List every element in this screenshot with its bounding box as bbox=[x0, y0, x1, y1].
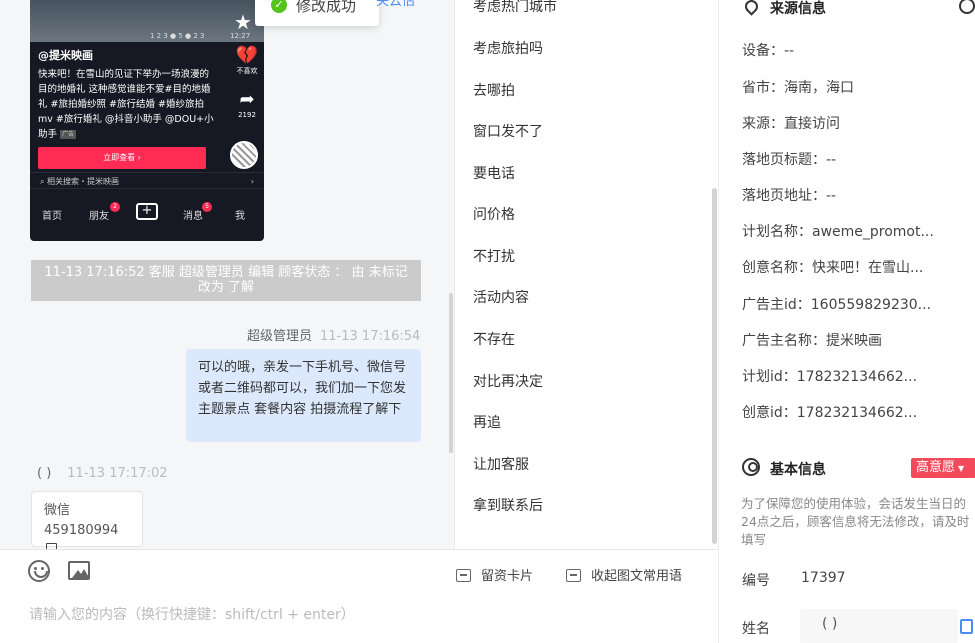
intent-level-dropdown[interactable]: 高意愿 ▼ bbox=[911, 458, 975, 478]
plan-id: 计划id：178232134662... bbox=[742, 369, 918, 385]
customer-name: ( ) bbox=[37, 466, 52, 481]
messages-badge: 5 bbox=[202, 202, 212, 212]
phrase-item[interactable]: 要电话 bbox=[473, 163, 515, 183]
star-icon: ★ bbox=[234, 10, 252, 34]
wechat-id: 459180994 bbox=[44, 523, 119, 538]
toast-text: 修改成功 bbox=[296, 0, 357, 15]
id-label: 编号 bbox=[742, 573, 770, 589]
eye-icon[interactable] bbox=[959, 0, 975, 14]
chat-panel: 1 2 3 ● 5 ● 2 3 12:27 ★ @提米映画 快来吧！在雪山的见证… bbox=[0, 0, 455, 643]
nav-friends: 朋友 bbox=[89, 210, 109, 222]
user-icon bbox=[742, 458, 760, 476]
phrase-item[interactable]: 对比再决定 bbox=[473, 371, 543, 391]
advertiser-id: 广告主id：160559829230... bbox=[742, 297, 932, 313]
nav-messages: 消息 bbox=[183, 210, 203, 222]
id-value: 17397 bbox=[801, 570, 846, 586]
landing-page-title: 落地页标题：-- bbox=[742, 152, 837, 168]
success-toast: ✓ 修改成功 bbox=[255, 0, 379, 26]
name-label: 姓名 bbox=[742, 621, 770, 637]
agent-message-bubble: 可以的哦，亲发一下手机号、微信号或者二维码都可以，我们加一下您发主题景点 套餐内… bbox=[186, 349, 421, 442]
plus-icon: + bbox=[136, 203, 158, 220]
phrases-icon bbox=[566, 569, 581, 582]
phrase-item[interactable]: 问价格 bbox=[473, 204, 515, 224]
share-action: ➦ 2192 bbox=[232, 90, 262, 120]
chevron-right-icon: › bbox=[250, 177, 254, 186]
ad-author: @提米映画 bbox=[38, 49, 93, 62]
basic-info-title: 基本信息 bbox=[770, 462, 826, 478]
lead-card-button[interactable]: 留资卡片 bbox=[456, 565, 533, 584]
source-channel: 来源：直接访问 bbox=[742, 116, 840, 132]
phrase-item[interactable]: 考虑旅拍吗 bbox=[473, 38, 543, 58]
search-icon: ⌕ bbox=[40, 177, 45, 186]
source-info-title: 来源信息 bbox=[770, 1, 826, 17]
caret-down-icon: ▼ bbox=[958, 464, 965, 473]
chat-scrollbar[interactable] bbox=[449, 293, 453, 453]
landing-page-url: 落地页地址：-- bbox=[742, 188, 837, 204]
customer-info-panel: 来源信息 设备：-- 省市：海南，海口 来源：直接访问 落地页标题：-- 落地页… bbox=[718, 0, 975, 643]
ad-pager: 1 2 3 ● 5 ● 2 3 bbox=[150, 32, 205, 40]
related-search-bar: ⌕ 相关搜索・提米映画 › bbox=[30, 172, 264, 189]
phrase-item[interactable]: 再追 bbox=[473, 412, 501, 432]
card-icon bbox=[456, 569, 471, 582]
dislike-action: 💔 不喜欢 bbox=[232, 46, 262, 76]
phrase-item[interactable]: 窗口发不了 bbox=[473, 121, 543, 141]
edit-hint: 为了保障您的使用体验，会话发生当日的24点之后，顾客信息将无法修改，请及时填写 bbox=[741, 496, 970, 547]
name-field[interactable]: ( ) bbox=[800, 609, 958, 643]
wechat-card[interactable]: 微信 459180994 bbox=[31, 491, 143, 549]
message-composer: 留资卡片 收起图文常用语 请输入您的内容（换行快捷键：shift/ctrl + … bbox=[0, 549, 718, 643]
system-notice: 11-13 17:16:52 客服 超级管理员 编辑 顾客状态 ： 由 未标记 … bbox=[31, 260, 421, 301]
wechat-card-title: 微信 bbox=[44, 503, 71, 518]
creative-name: 创意名称：快来吧！在雪山... bbox=[742, 260, 924, 276]
ad-video-thumbnail: 1 2 3 ● 5 ● 2 3 12:27 bbox=[30, 0, 264, 42]
customer-message-time: 11-13 17:17:02 bbox=[67, 466, 168, 481]
source-region: 省市：海南，海口 bbox=[742, 80, 854, 96]
creative-id: 创意id：178232134662... bbox=[742, 405, 918, 421]
phrase-item[interactable]: 拿到联系后 bbox=[473, 495, 543, 515]
phrase-item[interactable]: 不存在 bbox=[473, 329, 515, 349]
source-device: 设备：-- bbox=[742, 43, 795, 59]
ad-tag: 广告 bbox=[60, 130, 77, 139]
ad-bottom-nav: 首页 朋友 2 + 消息 5 我 bbox=[30, 202, 264, 226]
qr-code-icon bbox=[230, 141, 258, 169]
ad-description: 快来吧！在雪山的见证下举办一场浪漫的目的地婚礼 这种感觉谁能不爱#目的地婚礼 #… bbox=[38, 69, 214, 140]
image-icon[interactable] bbox=[68, 561, 90, 580]
agent-message-time: 11-13 17:16:54 bbox=[320, 329, 421, 344]
document-icon[interactable] bbox=[960, 619, 973, 634]
nav-home: 首页 bbox=[42, 210, 62, 222]
location-pin-icon bbox=[742, 0, 761, 16]
friends-badge: 2 bbox=[110, 202, 120, 212]
phrase-item[interactable]: 让加客服 bbox=[473, 454, 529, 474]
plan-name: 计划名称：aweme_promot... bbox=[742, 224, 934, 240]
agent-message-meta: 超级管理员 11-13 17:16:54 bbox=[247, 325, 420, 344]
agent-name: 超级管理员 bbox=[247, 329, 313, 344]
ad-cta-button: 立即查看 › bbox=[38, 147, 206, 169]
broken-heart-icon: 💔 bbox=[235, 45, 259, 66]
phrase-item[interactable]: 去哪拍 bbox=[473, 80, 515, 100]
phrase-item[interactable]: 考虑热门城市 bbox=[473, 0, 557, 16]
message-input[interactable]: 请输入您的内容（换行快捷键：shift/ctrl + enter） bbox=[29, 604, 355, 624]
chat-message-list[interactable]: 1 2 3 ● 5 ● 2 3 12:27 ★ @提米映画 快来吧！在雪山的见证… bbox=[0, 0, 455, 549]
ad-preview-image[interactable]: 1 2 3 ● 5 ● 2 3 12:27 ★ @提米映画 快来吧！在雪山的见证… bbox=[30, 0, 264, 241]
phrase-item[interactable]: 不打扰 bbox=[473, 246, 515, 266]
customer-message-meta: ( ) 11-13 17:17:02 bbox=[37, 466, 168, 481]
phrase-item[interactable]: 活动内容 bbox=[473, 287, 529, 307]
phrases-scrollbar[interactable] bbox=[712, 188, 717, 544]
emoji-icon[interactable] bbox=[28, 560, 50, 582]
collapse-phrases-button[interactable]: 收起图文常用语 bbox=[566, 565, 682, 584]
toast-link[interactable]: 关云估 bbox=[376, 0, 415, 9]
share-arrow-icon: ➦ bbox=[239, 89, 255, 110]
advertiser-name: 广告主名称：提米映画 bbox=[742, 333, 882, 349]
quick-phrases-panel: 考虑热门城市 考虑旅拍吗 去哪拍 窗口发不了 要电话 问价格 不打扰 活动内容 … bbox=[455, 0, 718, 549]
nav-me: 我 bbox=[235, 210, 245, 222]
check-circle-icon: ✓ bbox=[271, 0, 287, 13]
